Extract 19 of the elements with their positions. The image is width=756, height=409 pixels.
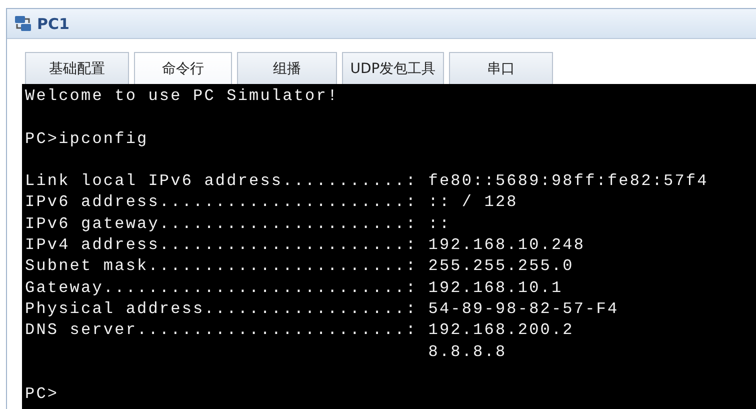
tab[interactable]: 命令行 xyxy=(134,52,232,84)
console-line: IPv6 address......................: :: / 128 xyxy=(25,192,519,214)
tab[interactable]: UDP发包工具 xyxy=(342,52,444,84)
console-line: Physical address..................: 54-89-98-82-57-F4 xyxy=(25,298,620,320)
network-pc-icon xyxy=(13,14,33,34)
console-line: Subnet mask.......................: 255.255.255.0 xyxy=(25,256,575,278)
console-line: DNS server........................: 192.168.200.2 xyxy=(25,320,575,342)
tab[interactable]: 基础配置 xyxy=(25,52,129,84)
tab[interactable]: 组播 xyxy=(237,52,337,84)
console-line: Welcome to use PC Simulator! xyxy=(25,86,340,107)
console-line: Gateway...........................: 192.168.10.1 xyxy=(25,278,564,299)
console-line: IPv6 gateway......................: :: xyxy=(25,214,452,235)
console-line: 8.8.8.8 xyxy=(427,342,508,363)
tab[interactable]: 串口 xyxy=(449,52,553,84)
console-line: IPv4 address......................: 192.168.10.248 xyxy=(25,235,586,256)
console-line: PC>ipconfig xyxy=(25,128,150,150)
console-line: PC> xyxy=(25,384,60,406)
console-line: Link local IPv6 address...........: fe80::5689:98ff:fe82:57f4 xyxy=(25,171,710,192)
window-title: PC1 xyxy=(37,14,70,32)
